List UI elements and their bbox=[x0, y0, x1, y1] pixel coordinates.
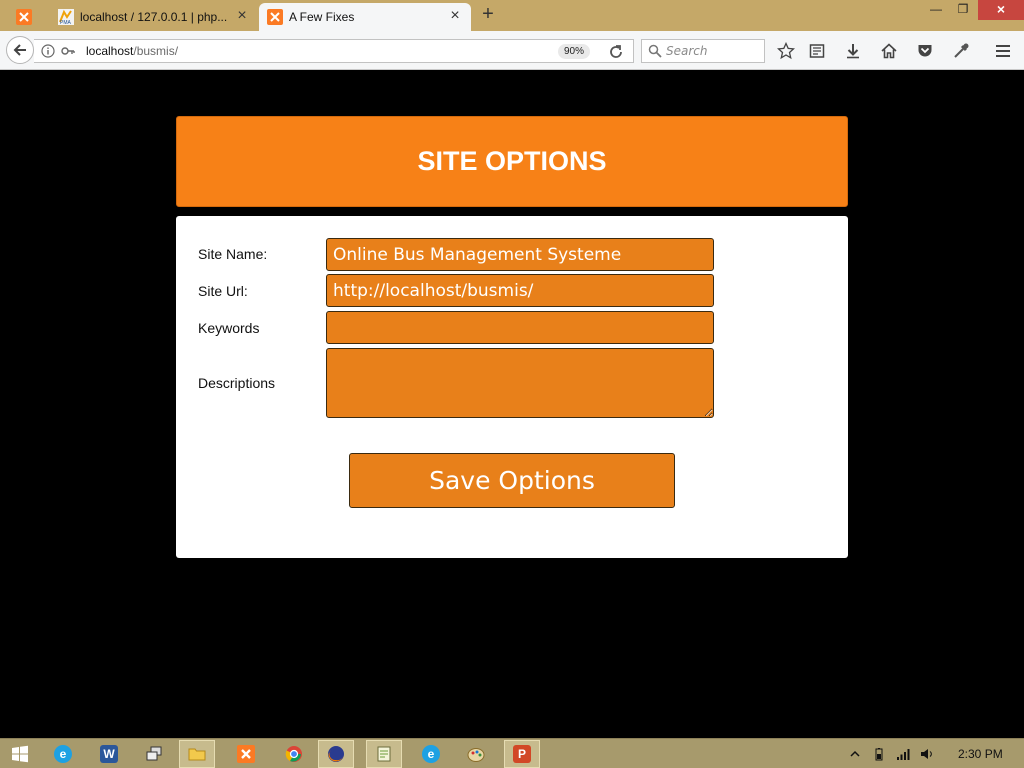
home-icon[interactable] bbox=[879, 41, 899, 61]
keywords-field[interactable] bbox=[326, 311, 714, 344]
paint-icon[interactable] bbox=[458, 740, 494, 768]
word-icon[interactable]: W bbox=[91, 740, 127, 768]
url-host: localhost bbox=[86, 44, 134, 58]
back-arrow-icon bbox=[13, 44, 26, 56]
battery-icon[interactable] bbox=[872, 747, 886, 761]
system-tray bbox=[848, 745, 934, 763]
phpmyadmin-icon: PMA bbox=[58, 9, 74, 25]
url-bar[interactable]: localhost/busmis/ 90% bbox=[34, 39, 634, 63]
tab-phpmyadmin[interactable]: PMA localhost / 127.0.0.1 | php... × bbox=[50, 3, 258, 31]
site-url-field[interactable] bbox=[326, 274, 714, 307]
url-path: /busmis/ bbox=[133, 44, 179, 58]
descriptions-label: Descriptions bbox=[198, 375, 276, 391]
site-name-label: Site Name: bbox=[198, 246, 268, 262]
close-tab-icon[interactable]: × bbox=[447, 8, 463, 25]
search-input[interactable] bbox=[666, 43, 760, 59]
hamburger-menu-icon[interactable] bbox=[993, 41, 1013, 61]
back-button[interactable] bbox=[6, 36, 34, 64]
remote-desktop-icon[interactable] bbox=[136, 740, 172, 768]
page-header: SITE OPTIONS bbox=[176, 116, 848, 207]
tab-active[interactable]: A Few Fixes × bbox=[259, 3, 471, 31]
tab-pinned-xampp[interactable] bbox=[16, 3, 48, 31]
volume-icon[interactable] bbox=[920, 747, 934, 761]
save-options-button[interactable]: Save Options bbox=[349, 453, 675, 508]
close-window-icon[interactable]: × bbox=[978, 0, 1024, 20]
file-explorer-icon[interactable] bbox=[179, 740, 215, 768]
zoom-indicator[interactable]: 90% bbox=[558, 44, 590, 59]
descriptions-field[interactable] bbox=[326, 348, 714, 418]
browser-navbar: localhost/busmis/ 90% bbox=[0, 31, 1024, 70]
internet-explorer-icon[interactable]: e bbox=[45, 740, 81, 768]
info-icon[interactable] bbox=[41, 44, 55, 58]
xampp-icon bbox=[267, 9, 283, 25]
edge-icon[interactable]: e bbox=[413, 740, 449, 768]
search-icon bbox=[648, 44, 662, 58]
page-title: SITE OPTIONS bbox=[417, 146, 607, 176]
powerpoint-icon[interactable]: P bbox=[504, 740, 540, 768]
pocket-icon[interactable] bbox=[915, 41, 935, 61]
url-text[interactable]: localhost/busmis/ bbox=[86, 44, 178, 58]
windows-start-icon[interactable] bbox=[2, 740, 38, 768]
keywords-label: Keywords bbox=[198, 320, 260, 336]
reading-list-icon[interactable] bbox=[807, 41, 827, 61]
site-url-label: Site Url: bbox=[198, 283, 248, 299]
page-content: SITE OPTIONS Site Name: Site Url: Keywor… bbox=[0, 71, 1024, 738]
close-tab-icon[interactable]: × bbox=[234, 8, 250, 25]
browser-titlebar: PMA localhost / 127.0.0.1 | php... × A F… bbox=[0, 0, 1024, 31]
chrome-icon[interactable] bbox=[276, 740, 312, 768]
network-signal-icon[interactable] bbox=[896, 747, 910, 761]
search-bar[interactable] bbox=[641, 39, 765, 63]
minimize-icon[interactable]: — bbox=[922, 0, 950, 20]
new-tab-icon[interactable]: + bbox=[478, 4, 498, 25]
svg-text:PMA: PMA bbox=[60, 20, 72, 25]
notepad-icon[interactable] bbox=[366, 740, 402, 768]
windows-taskbar: e W e P 2:30 PM bbox=[0, 738, 1024, 768]
download-icon[interactable] bbox=[843, 41, 863, 61]
show-hidden-icons-icon[interactable] bbox=[848, 747, 862, 761]
xampp-icon bbox=[16, 9, 32, 25]
bookmark-star-icon[interactable] bbox=[776, 41, 796, 61]
key-icon[interactable] bbox=[61, 44, 75, 58]
site-options-form: Site Name: Site Url: Keywords Descriptio… bbox=[176, 216, 848, 558]
tab-label: A Few Fixes bbox=[289, 10, 355, 24]
site-name-field[interactable] bbox=[326, 238, 714, 271]
reload-icon[interactable] bbox=[606, 42, 626, 62]
xampp-icon[interactable] bbox=[228, 740, 264, 768]
taskbar-clock[interactable]: 2:30 PM bbox=[958, 747, 1003, 761]
firefox-icon[interactable] bbox=[318, 740, 354, 768]
restore-icon[interactable]: ❐ bbox=[949, 0, 977, 20]
eyedropper-icon[interactable] bbox=[951, 41, 971, 61]
tab-label: localhost / 127.0.0.1 | php... bbox=[80, 10, 228, 24]
